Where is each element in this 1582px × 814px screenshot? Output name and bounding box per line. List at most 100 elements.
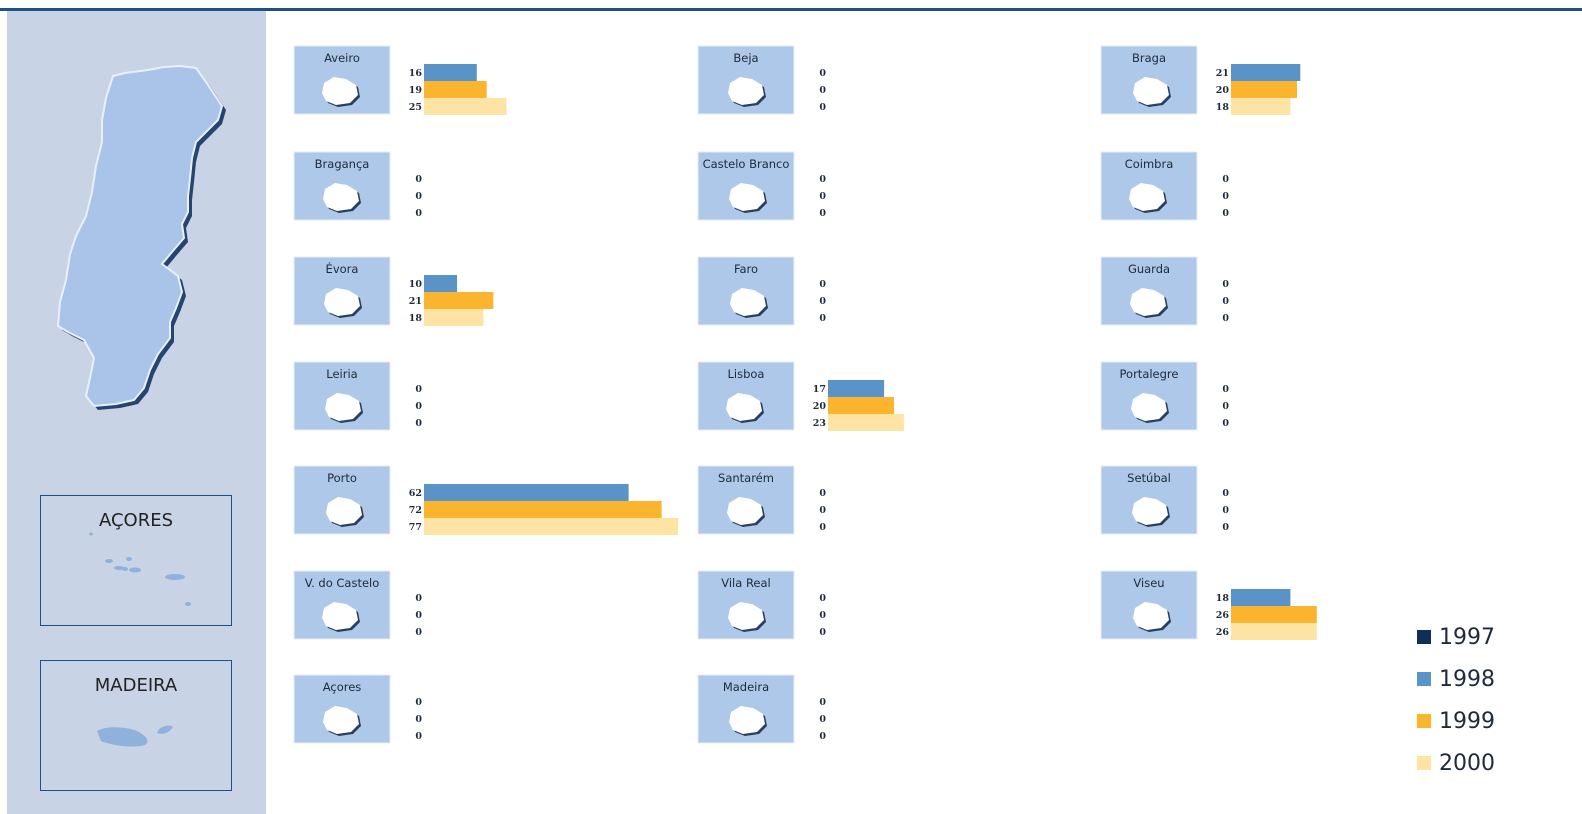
- value-label: 0: [819, 279, 826, 290]
- value-label: 23: [813, 418, 826, 429]
- value-label: 21: [1216, 68, 1229, 79]
- district-aveiro: Aveiro 16 19 25: [293, 45, 507, 115]
- value-label: 77: [409, 522, 422, 533]
- value-label: 0: [1222, 418, 1229, 429]
- value-label: 0: [819, 627, 826, 638]
- value-label: 10: [409, 279, 423, 290]
- value-label: 0: [415, 401, 422, 412]
- district-bar-chart: Aveiro 16 19 25 Beja 0 0 0 Braga 21 20 18 Bragança 0 0…: [293, 45, 1317, 744]
- value-label: 0: [1222, 296, 1229, 307]
- bar-porto-2000: [424, 518, 679, 535]
- district-label: Vila Real: [721, 576, 771, 590]
- district-coimbra: Coimbra 0 0 0: [1100, 151, 1229, 221]
- district-label: Beja: [733, 51, 758, 65]
- district-setubal: Setúbal 0 0 0: [1100, 465, 1229, 535]
- district-label: Évora: [326, 261, 359, 276]
- value-label: 0: [1222, 488, 1229, 499]
- legend-swatch: [1417, 630, 1431, 644]
- district-braga: Braga 21 20 18: [1100, 45, 1301, 115]
- value-label: 0: [819, 174, 826, 185]
- legend-item-1998: 1998: [1417, 668, 1537, 692]
- value-label: 21: [409, 296, 422, 307]
- value-label: 0: [819, 488, 826, 499]
- value-label: 0: [819, 522, 826, 533]
- value-label: 0: [415, 174, 422, 185]
- legend-label: 2000: [1439, 751, 1495, 776]
- value-label: 0: [1222, 208, 1229, 219]
- district-label: Castelo Branco: [703, 157, 790, 171]
- district-braganca: Bragança 0 0 0: [293, 151, 422, 221]
- value-label: 18: [1216, 102, 1230, 113]
- value-label: 0: [819, 593, 826, 604]
- value-label: 18: [409, 313, 423, 324]
- value-label: 0: [415, 627, 422, 638]
- value-label: 0: [819, 296, 826, 307]
- value-label: 25: [409, 102, 422, 113]
- bar-viseu-1998: [1231, 589, 1291, 606]
- district-label: Guarda: [1128, 262, 1170, 276]
- value-label: 0: [819, 610, 826, 621]
- value-label: 0: [1222, 174, 1229, 185]
- value-label: 16: [409, 68, 423, 79]
- district-beja: Beja 0 0 0: [697, 45, 826, 115]
- bar-evora-1998: [424, 275, 457, 292]
- bar-evora-2000: [424, 309, 484, 326]
- value-label: 26: [1216, 627, 1230, 638]
- legend-item-2000: 2000: [1417, 752, 1537, 776]
- district-label: Portalegre: [1120, 367, 1179, 381]
- value-label: 26: [1216, 610, 1230, 621]
- bar-aveiro-1999: [424, 81, 487, 98]
- value-label: 0: [819, 191, 826, 202]
- bar-porto-1998: [424, 484, 629, 501]
- bar-braga-1998: [1231, 64, 1301, 81]
- value-label: 0: [819, 208, 826, 219]
- district-label: Madeira: [723, 680, 769, 694]
- bar-lisboa-1998: [828, 380, 885, 397]
- value-label: 0: [415, 384, 422, 395]
- district-v-do-castelo: V. do Castelo 0 0 0: [293, 570, 422, 640]
- value-label: 0: [415, 208, 422, 219]
- value-label: 0: [415, 610, 422, 621]
- value-label: 72: [409, 505, 422, 516]
- value-label: 0: [819, 85, 826, 96]
- district-label: Açores: [323, 680, 362, 694]
- legend-swatch: [1417, 672, 1431, 686]
- district-label: Leiria: [326, 367, 357, 381]
- district-label: Braga: [1132, 51, 1166, 65]
- district-acores: Açores 0 0 0: [293, 674, 422, 744]
- district-madeira: Madeira 0 0 0: [697, 674, 826, 744]
- bar-porto-1999: [424, 501, 662, 518]
- legend-swatch: [1417, 756, 1431, 770]
- district-portalegre: Portalegre 0 0 0: [1100, 361, 1229, 431]
- legend-label: 1999: [1439, 709, 1495, 734]
- district-faro: Faro 0 0 0: [697, 256, 826, 326]
- value-label: 0: [1222, 384, 1229, 395]
- value-label: 0: [1222, 522, 1229, 533]
- value-label: 0: [415, 714, 422, 725]
- value-label: 20: [1216, 85, 1230, 96]
- legend-label: 1998: [1439, 667, 1495, 692]
- district-santarem: Santarém 0 0 0: [697, 465, 826, 535]
- value-label: 17: [813, 384, 826, 395]
- district-viseu: Viseu 18 26 26: [1100, 570, 1317, 640]
- district-castelo-branco: Castelo Branco 0 0 0: [697, 151, 826, 221]
- value-label: 20: [813, 401, 827, 412]
- district-label: Setúbal: [1127, 471, 1171, 485]
- value-label: 0: [415, 191, 422, 202]
- district-lisboa: Lisboa 17 20 23: [697, 361, 904, 431]
- value-label: 0: [819, 68, 826, 79]
- district-label: Faro: [734, 262, 758, 276]
- legend-label: 1997: [1439, 625, 1495, 650]
- value-label: 0: [819, 505, 826, 516]
- bar-lisboa-2000: [828, 414, 904, 431]
- value-label: 0: [1222, 505, 1229, 516]
- value-label: 0: [1222, 401, 1229, 412]
- legend-item-1997: 1997: [1417, 626, 1537, 650]
- value-label: 0: [819, 731, 826, 742]
- value-label: 0: [819, 697, 826, 708]
- district-label: Porto: [327, 471, 357, 485]
- district-vila-real: Vila Real 0 0 0: [697, 570, 826, 640]
- bar-viseu-1999: [1231, 606, 1317, 623]
- value-label: 0: [415, 697, 422, 708]
- value-label: 19: [409, 85, 423, 96]
